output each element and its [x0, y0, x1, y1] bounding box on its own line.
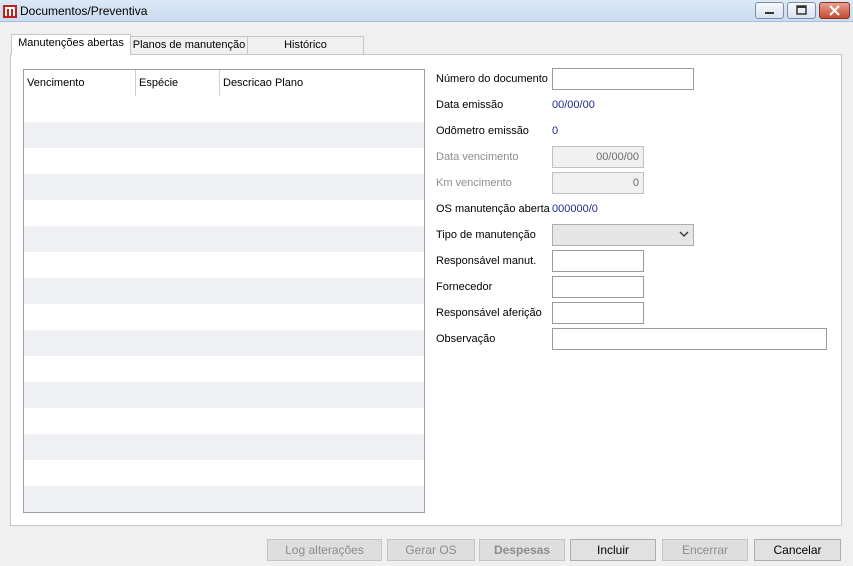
tab-planos-de-manutencao[interactable]: Planos de manutenção: [130, 36, 248, 55]
despesas-button[interactable]: Despesas: [479, 539, 565, 561]
grid-row: [24, 174, 424, 200]
responsavel-manut-input[interactable]: [552, 250, 644, 272]
maintenance-grid[interactable]: Vencimento Espécie Descricao Plano: [23, 69, 425, 513]
tipo-manutencao-select[interactable]: [552, 224, 694, 246]
os-manutencao-label: OS manutenção aberta: [436, 203, 550, 215]
observacao-label: Observação: [436, 333, 496, 345]
responsavel-manut-label: Responsável manut.: [436, 255, 537, 267]
fornecedor-label: Fornecedor: [436, 281, 493, 293]
log-alteracoes-button[interactable]: Log alterações: [267, 539, 382, 561]
numero-documento-input[interactable]: [552, 68, 694, 90]
gerar-os-button[interactable]: Gerar OS: [387, 539, 475, 561]
data-emissao-value: 00/00/00: [552, 99, 595, 111]
app-logo-icon: [3, 5, 17, 18]
odometro-emissao-value: 0: [552, 125, 559, 137]
odometro-emissao-label: Odômetro emissão: [436, 125, 529, 137]
encerrar-button[interactable]: Encerrar: [662, 539, 748, 561]
grid-row: [24, 122, 424, 148]
responsavel-afericao-label: Responsável aferição: [436, 307, 542, 319]
grid-row: [24, 226, 424, 252]
data-emissao-label: Data emissão: [436, 99, 504, 111]
title-bar: Documentos/Preventiva: [0, 0, 853, 22]
restore-button[interactable]: [787, 2, 816, 19]
grid-header: Vencimento Espécie Descricao Plano: [24, 70, 424, 96]
numero-documento-label: Número do documento: [436, 73, 548, 85]
grid-row: [24, 434, 424, 460]
minimize-button[interactable]: [755, 2, 784, 19]
data-vencimento-input: 00/00/00: [552, 146, 644, 168]
grid-row: [24, 382, 424, 408]
tab-panel: Vencimento Espécie Descricao Plano Númer…: [10, 54, 842, 526]
minimize-icon: [765, 12, 774, 14]
window-title: Documentos/Preventiva: [20, 4, 148, 18]
grid-row: [24, 486, 424, 512]
observacao-input[interactable]: [552, 328, 827, 350]
close-icon: [829, 5, 840, 16]
km-vencimento-input: 0: [552, 172, 644, 194]
close-button[interactable]: [819, 2, 850, 19]
tab-manutencoes-abertas[interactable]: Manutenções abertas: [11, 34, 131, 55]
fornecedor-input[interactable]: [552, 276, 644, 298]
restore-icon: [796, 5, 807, 15]
os-manutencao-value: 000000/0: [552, 203, 598, 215]
km-vencimento-label: Km vencimento: [436, 177, 512, 189]
column-header-vencimento[interactable]: Vencimento: [24, 70, 136, 96]
data-vencimento-label: Data vencimento: [436, 151, 519, 163]
tipo-manutencao-label: Tipo de manutenção: [436, 229, 536, 241]
column-header-descricao-plano[interactable]: Descricao Plano: [220, 70, 424, 96]
tab-historico[interactable]: Histórico: [247, 36, 364, 55]
incluir-button[interactable]: Incluir: [570, 539, 656, 561]
grid-row: [24, 278, 424, 304]
cancelar-button[interactable]: Cancelar: [754, 539, 841, 561]
chevron-down-icon: [679, 231, 689, 237]
grid-row: [24, 330, 424, 356]
column-header-especie[interactable]: Espécie: [136, 70, 220, 96]
responsavel-afericao-input[interactable]: [552, 302, 644, 324]
